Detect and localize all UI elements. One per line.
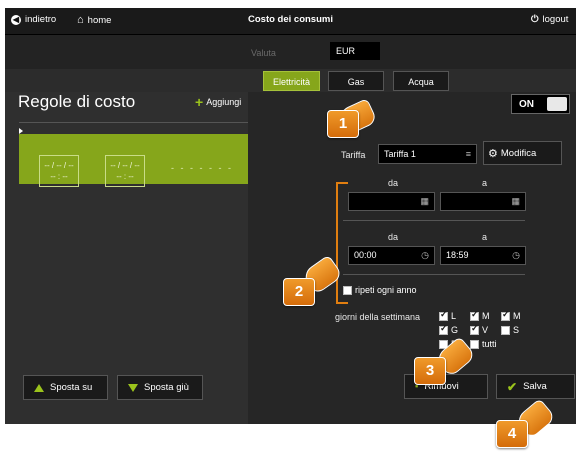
divider bbox=[343, 274, 525, 275]
select-all-days[interactable]: tutti bbox=[470, 339, 497, 349]
time-to-field[interactable]: 18:59 ◷ bbox=[440, 246, 526, 265]
weekday-mon[interactable]: L bbox=[439, 309, 457, 321]
date-to-label: a bbox=[482, 178, 488, 188]
calendar-icon: ▦ bbox=[511, 196, 520, 206]
menu-icon: ≡ bbox=[465, 149, 471, 159]
weekday-thu-label: G bbox=[451, 325, 459, 335]
currency-field[interactable]: EUR bbox=[330, 42, 380, 60]
weekday-mon-label: L bbox=[451, 311, 457, 321]
divider bbox=[343, 220, 525, 221]
weekday-sat-label: S bbox=[513, 325, 520, 335]
rule-end-date: -- / -- / -- bbox=[110, 161, 140, 170]
weekday-fri-label: V bbox=[482, 325, 489, 335]
rule-more-dots: - - - - - - - bbox=[171, 163, 233, 173]
weekdays-label: giorni della settimana bbox=[335, 312, 421, 322]
time-to-label: a bbox=[482, 232, 488, 242]
rule-start-time: -- : -- bbox=[50, 172, 68, 181]
weekday-tue-label: M bbox=[482, 311, 490, 321]
callout-badge-1: 1 bbox=[327, 110, 359, 138]
checkbox-mon[interactable] bbox=[439, 309, 448, 321]
rule-end-box: -- / -- / -- -- : -- bbox=[105, 155, 145, 187]
rule-card[interactable]: -- / -- / -- -- : -- -- / -- / -- -- : -… bbox=[19, 134, 248, 187]
weekday-sat[interactable]: S bbox=[501, 325, 519, 335]
repeat-yearly-option[interactable]: ripeti ogni anno bbox=[343, 285, 417, 295]
logout-label: logout bbox=[542, 14, 569, 25]
add-rule-button[interactable]: + Aggiungi bbox=[195, 94, 242, 110]
date-from-label: da bbox=[388, 178, 399, 188]
tab-elettricita[interactable]: Elettricità bbox=[263, 71, 320, 91]
triangle-down-icon bbox=[128, 383, 138, 392]
time-from-field[interactable]: 00:00 ◷ bbox=[348, 246, 435, 265]
clock-icon: ◷ bbox=[512, 250, 520, 260]
divider bbox=[19, 122, 248, 123]
weekday-tue[interactable]: M bbox=[470, 309, 490, 321]
select-all-label: tutti bbox=[482, 339, 497, 349]
weekday-wed[interactable]: M bbox=[501, 309, 521, 321]
tariff-value: Tariffa 1 bbox=[384, 149, 416, 159]
modify-button[interactable]: ⚙ Modifica bbox=[483, 141, 562, 165]
active-toggle[interactable]: ON bbox=[511, 94, 570, 114]
page-title: Costo dei consumi bbox=[248, 14, 333, 25]
gears-icon: ⚙ bbox=[488, 147, 498, 160]
callout-badge-4: 4 bbox=[496, 420, 528, 448]
move-down-label: Sposta giù bbox=[144, 382, 189, 393]
power-icon: ⏻ bbox=[531, 14, 539, 25]
checkbox-thu[interactable] bbox=[439, 323, 448, 335]
time-from-value: 00:00 bbox=[354, 250, 377, 260]
app-screen: ◀ indietro ⌂ home Costo dei consumi ⏻ lo… bbox=[5, 8, 576, 424]
add-rule-label: Aggiungi bbox=[206, 97, 242, 107]
tab-acqua[interactable]: Acqua bbox=[393, 71, 449, 91]
weekday-wed-label: M bbox=[513, 311, 521, 321]
weekday-thu[interactable]: G bbox=[439, 323, 459, 335]
rule-end-time: -- : -- bbox=[116, 172, 134, 181]
save-label: Salva bbox=[523, 381, 547, 392]
checkbox-wed[interactable] bbox=[501, 309, 510, 321]
date-from-field[interactable]: ▦ bbox=[348, 192, 435, 211]
checkbox-tue[interactable] bbox=[470, 309, 479, 321]
time-to-value: 18:59 bbox=[446, 250, 469, 260]
move-up-button[interactable]: Sposta su bbox=[23, 375, 108, 400]
tariff-label: Tariffa bbox=[341, 150, 366, 160]
callout-bracket bbox=[336, 182, 348, 304]
calendar-icon: ▦ bbox=[420, 196, 429, 206]
logout-button[interactable]: ⏻ logout bbox=[531, 14, 568, 25]
move-up-label: Sposta su bbox=[50, 382, 93, 393]
callout-badge-2: 2 bbox=[283, 278, 315, 306]
top-bar: ◀ indietro ⌂ home Costo dei consumi ⏻ lo… bbox=[5, 8, 576, 35]
checkmark-icon: ✔ bbox=[507, 379, 518, 394]
currency-row bbox=[5, 35, 576, 69]
tab-gas[interactable]: Gas bbox=[328, 71, 384, 91]
modify-label: Modifica bbox=[500, 147, 537, 159]
rule-start-date: -- / -- / -- bbox=[44, 161, 74, 170]
callout-badge-3: 3 bbox=[414, 357, 446, 385]
tariff-select[interactable]: Tariffa 1 ≡ bbox=[378, 144, 477, 164]
weekday-fri[interactable]: V bbox=[470, 323, 489, 335]
repeat-yearly-label: ripeti ogni anno bbox=[355, 285, 417, 295]
currency-label: Valuta bbox=[251, 48, 276, 58]
toggle-label: ON bbox=[519, 99, 534, 110]
time-from-label: da bbox=[388, 232, 399, 242]
checkbox-all[interactable] bbox=[470, 339, 479, 349]
rules-title: Regole di costo bbox=[18, 92, 136, 111]
triangle-up-icon bbox=[34, 383, 44, 392]
move-down-button[interactable]: Sposta giù bbox=[117, 375, 203, 400]
plus-icon: + bbox=[195, 94, 204, 110]
clock-icon: ◷ bbox=[421, 250, 429, 260]
save-button[interactable]: ✔ Salva bbox=[496, 374, 575, 399]
toggle-knob bbox=[547, 97, 567, 111]
checkbox-sat[interactable] bbox=[501, 325, 510, 335]
date-to-field[interactable]: ▦ bbox=[440, 192, 526, 211]
rule-start-box: -- / -- / -- -- : -- bbox=[39, 155, 79, 187]
checkbox-fri[interactable] bbox=[470, 323, 479, 335]
